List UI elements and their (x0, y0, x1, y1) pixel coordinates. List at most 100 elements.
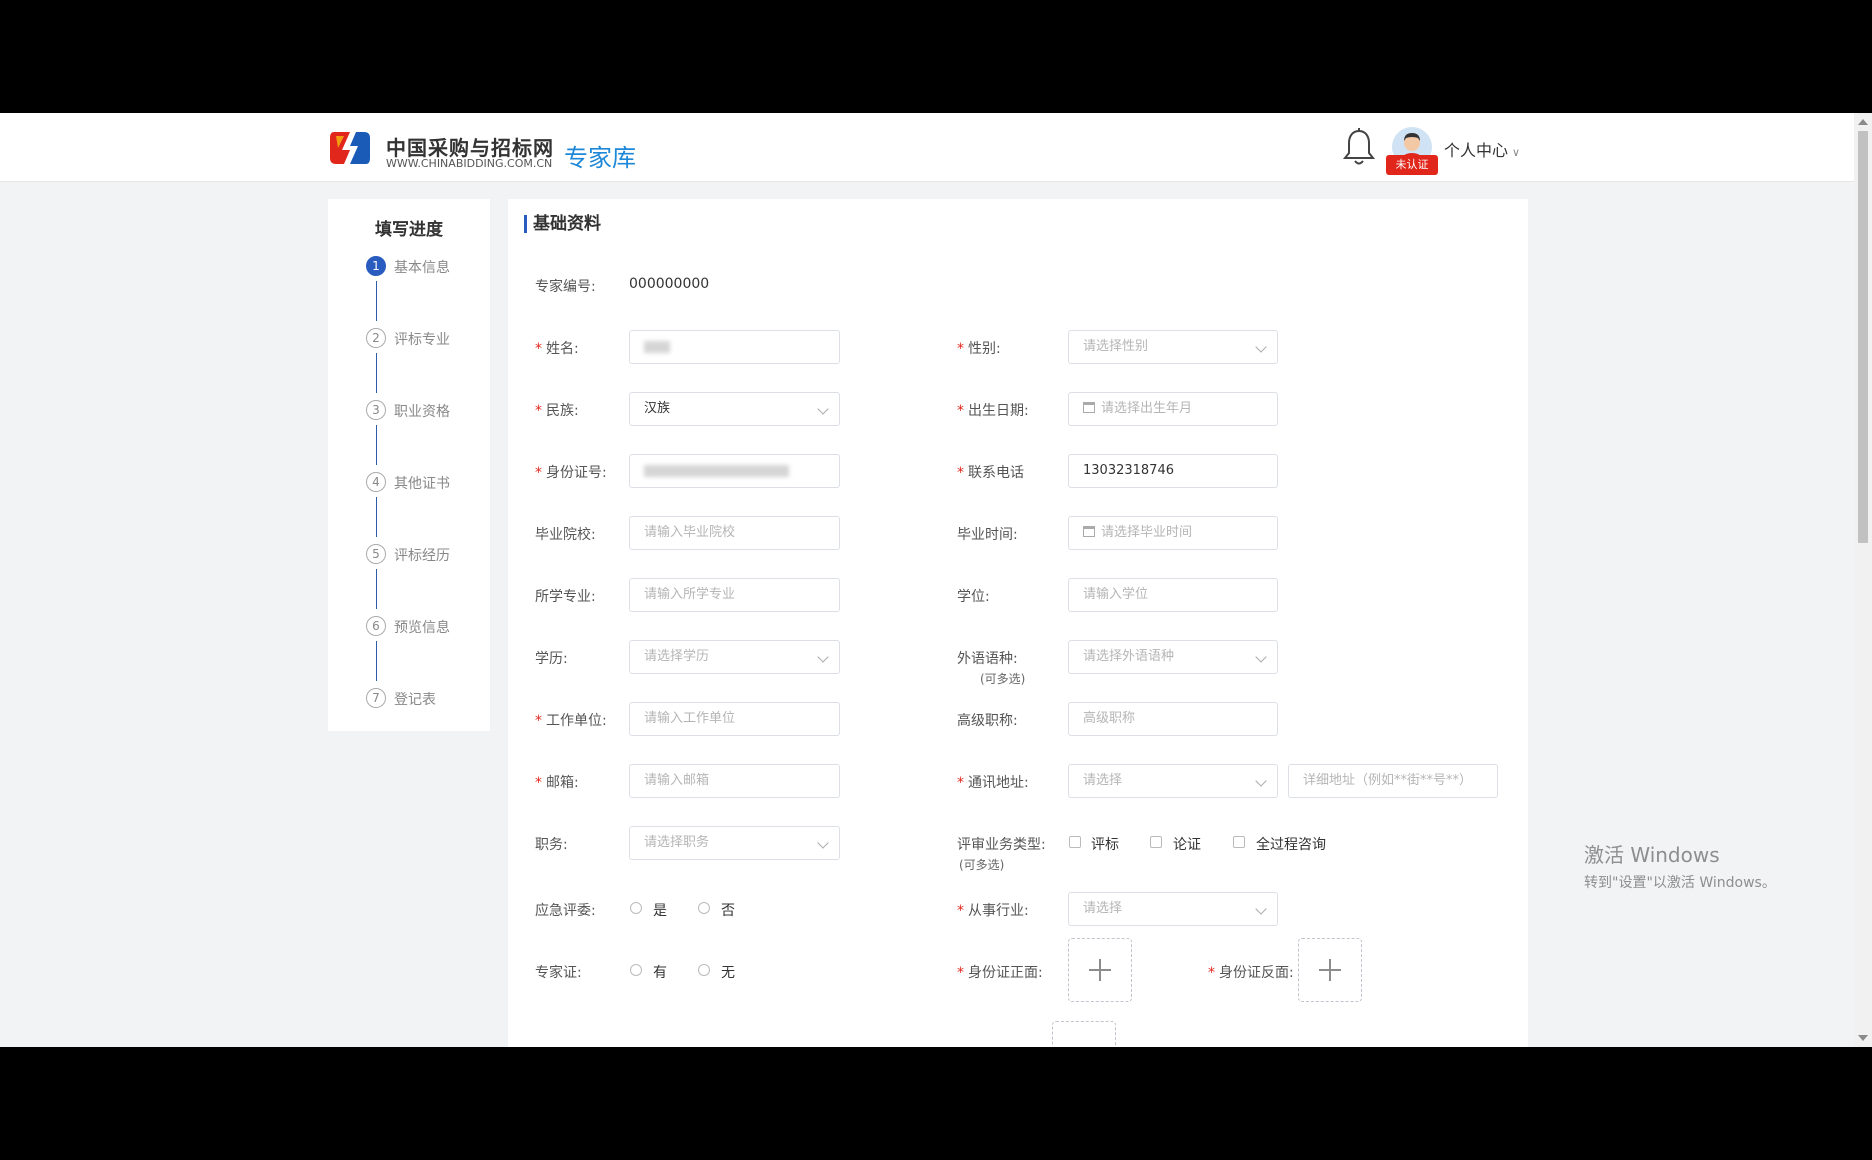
expert-cert-option: 无 (721, 965, 735, 981)
user-center-label: 个人中心 (1444, 141, 1509, 160)
chevron-down-icon (817, 651, 829, 663)
step-connector (376, 425, 377, 465)
senior-title-label: 高级职称: (957, 713, 1018, 729)
email-label: * 邮箱: (535, 775, 579, 791)
section-title: 基础资料 (524, 215, 601, 233)
chevron-down-icon: ∨ (1512, 146, 1521, 159)
industry-select[interactable]: 请选择 (1068, 892, 1278, 926)
watermark-title: 激活 Windows (1584, 843, 1720, 867)
address-region-select[interactable]: 请选择 (1068, 764, 1278, 798)
progress-sidebar: 填写进度 1 基本信息 2 评标专业 3 职业资格 4 其他证书 5 评标经历 … (328, 199, 490, 731)
windows-activation-watermark: 激活 Windows 转到"设置"以激活 Windows。 (1584, 839, 1776, 892)
expert-cert-option: 有 (653, 965, 667, 981)
position-select[interactable]: 请选择职务 (629, 826, 840, 860)
chevron-down-icon (1255, 341, 1267, 353)
review-type-consult-checkbox[interactable] (1233, 836, 1245, 848)
expert-no-value: 000000000 (629, 276, 710, 292)
calendar-icon (1083, 526, 1095, 537)
emergency-label: 应急评委: (535, 903, 596, 919)
additional-upload[interactable] (1052, 1021, 1116, 1047)
industry-label: * 从事行业: (957, 903, 1029, 919)
step-bid-experience[interactable]: 5 评标经历 (366, 544, 490, 566)
watermark-subtitle: 转到"设置"以激活 Windows。 (1584, 875, 1776, 891)
review-type-option: 全过程咨询 (1256, 837, 1326, 853)
step-number: 1 (366, 256, 386, 276)
browser-viewport: 中国采购与招标网 WWW.CHINABIDDING.COM.CN 专家库 未认证… (0, 113, 1872, 1047)
emergency-option: 是 (653, 903, 667, 919)
step-number: 7 (366, 688, 386, 708)
address-detail-input[interactable]: 详细地址（例如**街**号**） (1288, 764, 1498, 798)
step-label: 评标经历 (394, 548, 450, 564)
school-input[interactable]: 请输入毕业院校 (629, 516, 840, 550)
education-select[interactable]: 请选择学历 (629, 640, 840, 674)
step-label: 登记表 (394, 692, 436, 708)
review-type-note: (可多选) (959, 858, 1005, 872)
grad-time-picker[interactable]: 请选择毕业时间 (1068, 516, 1278, 550)
user-center-menu[interactable]: 个人中心 ∨ (1444, 137, 1520, 161)
scroll-up-icon[interactable] (1858, 119, 1868, 125)
school-label: 毕业院校: (535, 527, 596, 543)
email-input[interactable]: 请输入邮箱 (629, 764, 840, 798)
major-input[interactable]: 请输入所学专业 (629, 578, 840, 612)
site-logo[interactable]: 中国采购与招标网 WWW.CHINABIDDING.COM.CN 专家库 (328, 130, 636, 172)
ethnicity-label: * 民族: (535, 403, 579, 419)
basic-info-form: 基础资料 专家编号: 000000000 * 姓名: * 性别: 请选择性别 * 民族… (508, 199, 1528, 1047)
step-connector (376, 281, 377, 321)
step-other-certs[interactable]: 4 其他证书 (366, 472, 490, 494)
redacted-value (644, 340, 670, 353)
id-back-label: * 身份证反面: (1208, 965, 1294, 981)
language-label: 外语语种: (957, 651, 1018, 667)
grad-time-label: 毕业时间: (957, 527, 1018, 543)
review-type-bid-checkbox[interactable] (1069, 836, 1081, 848)
logo-mark-icon (330, 132, 370, 164)
step-label: 评标专业 (394, 332, 450, 348)
employer-input[interactable]: 请输入工作单位 (629, 702, 840, 736)
gender-select[interactable]: 请选择性别 (1068, 330, 1278, 364)
chevron-down-icon (817, 837, 829, 849)
top-navbar: 中国采购与招标网 WWW.CHINABIDDING.COM.CN 专家库 未认证… (0, 113, 1854, 182)
senior-title-input[interactable]: 高级职称 (1068, 702, 1278, 736)
id-number-label: * 身份证号: (535, 465, 607, 481)
scroll-down-icon[interactable] (1858, 1035, 1868, 1041)
chevron-down-icon (1255, 903, 1267, 915)
step-label: 基本信息 (394, 260, 450, 276)
emergency-option: 否 (721, 903, 735, 919)
step-label: 职业资格 (394, 404, 450, 420)
birth-date-picker[interactable]: 请选择出生年月 (1068, 392, 1278, 426)
review-type-label: 评审业务类型: (957, 837, 1046, 853)
page-scrollbar[interactable] (1854, 113, 1872, 1047)
bell-icon[interactable] (1342, 127, 1376, 167)
address-label: * 通讯地址: (957, 775, 1029, 791)
step-label: 预览信息 (394, 620, 450, 636)
review-type-demo-checkbox[interactable] (1150, 836, 1162, 848)
step-number: 6 (366, 616, 386, 636)
id-back-upload[interactable] (1298, 938, 1362, 1002)
step-basic-info[interactable]: 1 基本信息 (366, 256, 490, 278)
name-label: * 姓名: (535, 341, 579, 357)
id-front-upload[interactable] (1068, 938, 1132, 1002)
emergency-no-radio[interactable] (698, 902, 710, 914)
step-connector (376, 641, 377, 681)
scrollbar-thumb[interactable] (1858, 131, 1868, 543)
step-registration-form[interactable]: 7 登记表 (366, 688, 490, 710)
plus-icon-stroke (1099, 959, 1101, 981)
expert-cert-yes-radio[interactable] (630, 964, 642, 976)
step-preview[interactable]: 6 预览信息 (366, 616, 490, 638)
major-label: 所学专业: (535, 589, 596, 605)
step-qualification[interactable]: 3 职业资格 (366, 400, 490, 422)
step-connector (376, 569, 377, 609)
ethnicity-select[interactable]: 汉族 (629, 392, 840, 426)
degree-input[interactable]: 请输入学位 (1068, 578, 1278, 612)
step-connector (376, 353, 377, 393)
expert-cert-no-radio[interactable] (698, 964, 710, 976)
chevron-down-icon (817, 403, 829, 415)
language-select[interactable]: 请选择外语语种 (1068, 640, 1278, 674)
id-number-input[interactable] (629, 454, 840, 488)
phone-input[interactable]: 13032318746 (1068, 454, 1278, 488)
emergency-yes-radio[interactable] (630, 902, 642, 914)
logo-url: WWW.CHINABIDDING.COM.CN (386, 157, 553, 170)
position-label: 职务: (535, 837, 568, 853)
name-input[interactable] (629, 330, 840, 364)
step-bid-major[interactable]: 2 评标专业 (366, 328, 490, 350)
step-connector (376, 497, 377, 537)
